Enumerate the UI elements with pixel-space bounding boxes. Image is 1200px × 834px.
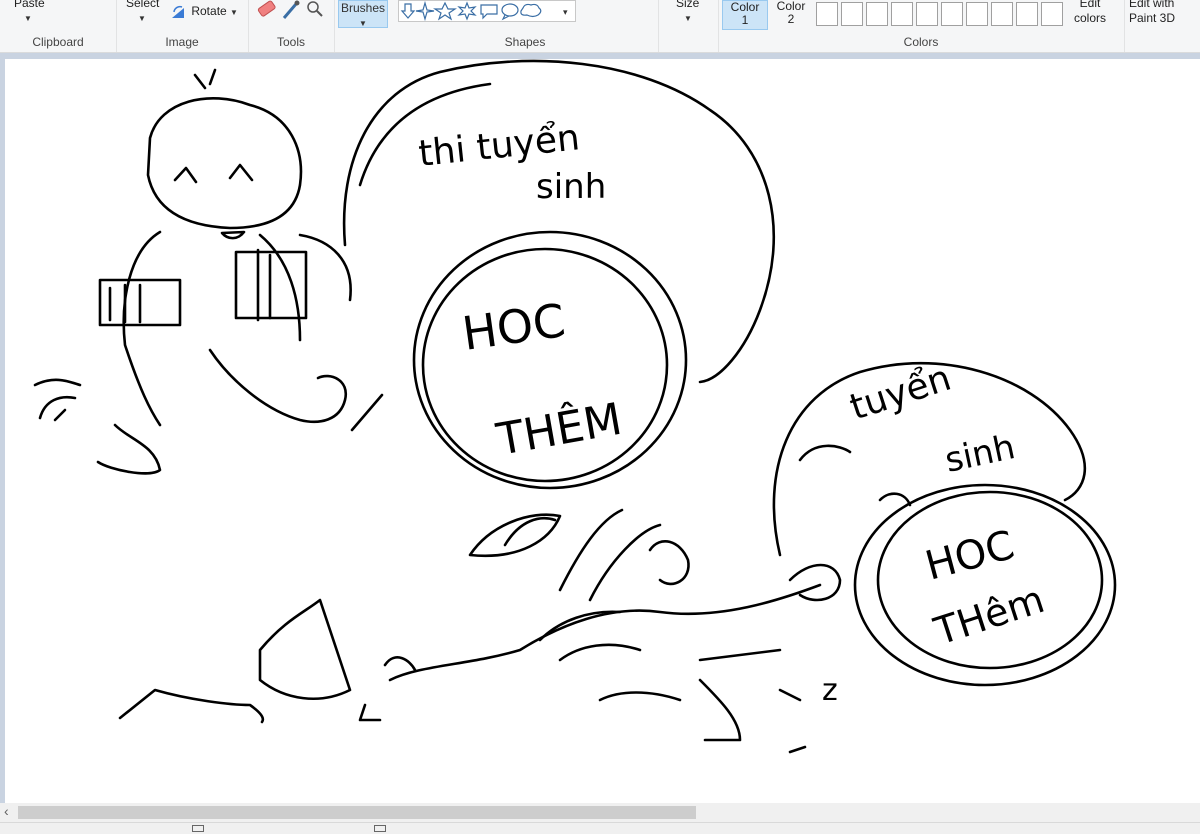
- color-swatch[interactable]: [866, 2, 888, 26]
- status-bar: [0, 822, 1200, 834]
- select-button[interactable]: Select ▼: [126, 0, 159, 24]
- image-group: Select ▼ Rotate ▼ Image: [116, 0, 249, 52]
- color-swatch[interactable]: [1016, 2, 1038, 26]
- image-size-icon: [374, 825, 386, 832]
- paste-button[interactable]: Paste ▼: [14, 0, 45, 24]
- edit-colors-button[interactable]: Edit colors: [1074, 0, 1106, 26]
- doodle-drawing: thi tuyển sinh HOC THÊM tuyển sinh HOC T…: [33, 59, 1117, 754]
- rotate-button[interactable]: Rotate ▼: [170, 4, 238, 20]
- chevron-down-icon: ▼: [684, 14, 692, 23]
- big-rock-label: sinh: [536, 167, 606, 207]
- chevron-down-icon: ▼: [230, 8, 238, 18]
- color1-label: Color: [730, 0, 760, 14]
- select-label: Select: [126, 0, 160, 10]
- magnifier-icon[interactable]: [304, 0, 326, 20]
- paint3d-label: Paint 3D: [1129, 11, 1176, 25]
- color-picker-icon[interactable]: [280, 0, 302, 20]
- color-swatch[interactable]: [941, 2, 963, 26]
- color-swatch[interactable]: [891, 2, 913, 26]
- chevron-down-icon: ▼: [24, 14, 32, 23]
- big-stone-label: THÊM: [492, 392, 626, 466]
- rotate-icon: [172, 5, 184, 18]
- color-swatch[interactable]: [1041, 2, 1063, 26]
- tools-group: Tools: [248, 0, 335, 52]
- tools-group-label: Tools: [276, 35, 305, 49]
- workspace: thi tuyển sinh HOC THÊM tuyển sinh HOC T…: [0, 53, 1200, 803]
- shapes-group: ▾ Shapes: [392, 0, 659, 52]
- shapes-group-label: Shapes: [504, 35, 546, 49]
- sleep-mark: z: [822, 673, 838, 708]
- selection-size-icon: [192, 825, 204, 832]
- chevron-down-icon: ▼: [359, 19, 367, 28]
- size-label: Size: [676, 0, 700, 10]
- clipboard-group: Paste ▼ Clipboard: [0, 0, 117, 52]
- color-swatch[interactable]: [916, 2, 938, 26]
- big-stone-label: HOC: [459, 293, 568, 361]
- small-rock-label: tuyển: [845, 358, 956, 429]
- image-group-label: Image: [165, 35, 199, 49]
- brushes-button[interactable]: Brushes ▼: [338, 0, 388, 28]
- color-swatch[interactable]: [841, 2, 863, 26]
- scrollbar-thumb[interactable]: [18, 806, 696, 819]
- small-stone-label: THêm: [928, 577, 1049, 654]
- paint3d-label: Edit with: [1129, 0, 1175, 10]
- svg-text:▾: ▾: [563, 8, 568, 18]
- brushes-label: Brushes: [340, 1, 386, 15]
- edit-colors-label: colors: [1074, 11, 1107, 25]
- clipboard-group-label: Clipboard: [32, 35, 84, 49]
- color-swatch[interactable]: [816, 2, 838, 26]
- chevron-down-icon: ▼: [138, 14, 146, 23]
- small-rock-label: sinh: [942, 427, 1019, 481]
- person-head: [146, 97, 303, 230]
- edit-with-paint3d-button[interactable]: Edit with Paint 3D: [1129, 0, 1175, 26]
- size-group: Size ▼: [658, 0, 719, 52]
- edit-colors-label: Edit: [1079, 0, 1101, 10]
- shapes-gallery[interactable]: ▾: [398, 0, 576, 22]
- eraser-icon[interactable]: [256, 0, 278, 20]
- horizontal-scrollbar[interactable]: ‹: [0, 803, 1200, 822]
- color2-number: 2: [787, 12, 795, 26]
- size-button[interactable]: Size ▼: [676, 0, 699, 24]
- paste-label: Paste: [14, 0, 45, 10]
- color2-button[interactable]: Color 2: [768, 0, 814, 30]
- small-front-stone: [853, 483, 1117, 687]
- color-swatch[interactable]: [991, 2, 1013, 26]
- drawing-canvas[interactable]: thi tuyển sinh HOC THÊM tuyển sinh HOC T…: [5, 59, 1200, 803]
- colors-group-label: Colors: [903, 35, 939, 49]
- color-swatch[interactable]: [966, 2, 988, 26]
- small-stone-label: HOC: [921, 522, 1019, 590]
- colors-group: Color 1 Color 2 Edit colors Colors: [718, 0, 1125, 52]
- color1-button[interactable]: Color 1: [722, 0, 768, 30]
- shapes-icons: ▾: [400, 0, 568, 22]
- scroll-left-icon[interactable]: ‹: [4, 803, 9, 819]
- ribbon: Paste ▼ Clipboard Select ▼ Rotate ▼ Imag…: [0, 0, 1200, 53]
- color1-number: 1: [741, 13, 749, 27]
- rotate-label: Rotate: [191, 4, 227, 19]
